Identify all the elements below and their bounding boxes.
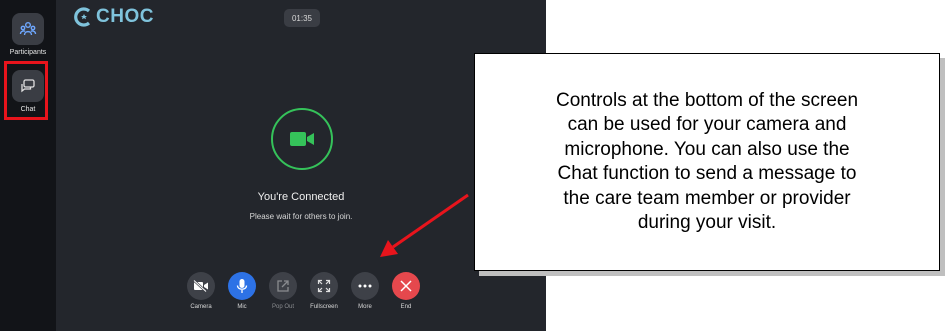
fullscreen-icon — [310, 272, 338, 300]
logo-text: CHOC — [96, 6, 154, 27]
end-call-label: End — [400, 304, 412, 310]
camera-label: Camera — [190, 304, 212, 310]
more-icon — [351, 272, 379, 300]
pop-out-button[interactable]: Pop Out — [263, 272, 303, 311]
call-controls-bar: Camera Mic Pop Out Fullscreen More End — [181, 272, 426, 318]
connection-status-title: You're Connected — [257, 191, 345, 203]
end-call-button[interactable]: End — [386, 272, 426, 311]
fullscreen-label: Fullscreen — [310, 304, 338, 310]
more-label: More — [358, 304, 372, 310]
end-call-icon — [392, 272, 420, 300]
camera-off-icon — [187, 272, 215, 300]
annotation-callout: Controls at the bottom of the screen can… — [474, 53, 940, 271]
video-stage: CHOC 01:35 You're Connected Please wait … — [56, 0, 546, 331]
microphone-icon — [228, 272, 256, 300]
chat-icon — [12, 70, 44, 102]
connection-status-subtitle: Please wait for others to join. — [249, 212, 353, 221]
sidebar-item-chat[interactable]: Chat — [5, 70, 51, 114]
side-rail: Participants Chat — [0, 0, 57, 331]
mic-label: Mic — [237, 304, 247, 310]
logo-mark-icon — [74, 7, 91, 27]
more-button[interactable]: More — [345, 272, 385, 311]
video-status-ring — [271, 108, 333, 170]
callout-text: Controls at the bottom of the screen can… — [555, 89, 859, 234]
brand-logo: CHOC — [74, 6, 154, 28]
pop-out-label: Pop Out — [271, 304, 294, 310]
call-timer: 01:35 — [284, 9, 320, 27]
camera-button[interactable]: Camera — [181, 272, 221, 311]
sidebar-item-label: Chat — [20, 106, 36, 113]
mic-button[interactable]: Mic — [222, 272, 262, 311]
participants-icon — [12, 13, 44, 45]
video-camera-icon — [290, 132, 314, 146]
sidebar-item-participants[interactable]: Participants — [5, 13, 51, 57]
fullscreen-button[interactable]: Fullscreen — [304, 272, 344, 311]
pop-out-icon — [269, 272, 297, 300]
sidebar-item-label: Participants — [9, 49, 47, 56]
